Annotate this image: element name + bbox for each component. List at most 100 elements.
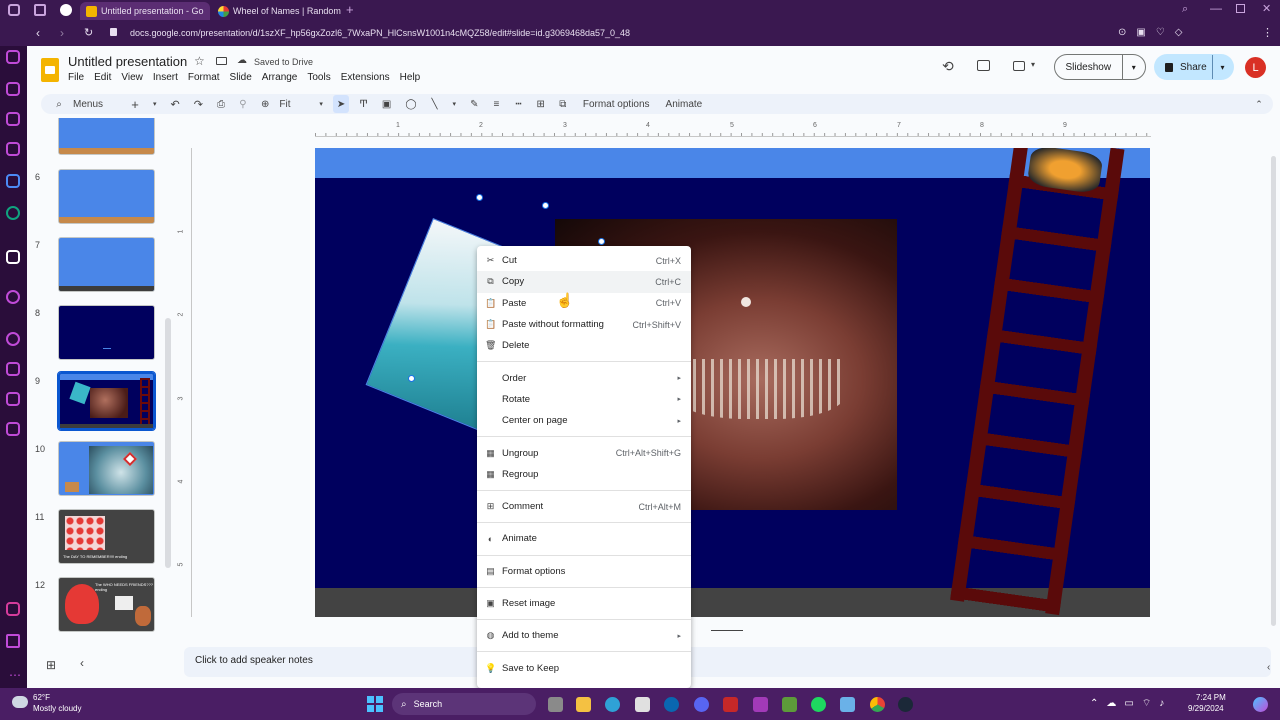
context-menu-add-to-theme[interactable]: ◍ Add to theme ▸ (477, 625, 691, 646)
context-menu-comment[interactable]: ⊞ Comment Ctrl+Alt+M (477, 496, 691, 517)
slide-thumbnail[interactable]: The WHO NEEDS FRIENDS??? ending (58, 577, 155, 632)
edge-icon[interactable] (605, 697, 620, 712)
context-menu-paste-without-formatting[interactable]: 📋 Paste without formatting Ctrl+Shift+V (477, 314, 691, 335)
collapse-toolbar-icon[interactable]: ⌃ (1251, 95, 1267, 113)
sidebar-app-icon[interactable] (6, 634, 20, 648)
sidebar-app-icon[interactable] (6, 142, 20, 156)
redo-icon[interactable]: ↷ (190, 95, 207, 113)
chrome-icon[interactable] (60, 4, 72, 16)
shape-icon[interactable]: ◯ (401, 95, 420, 113)
replace-image-icon[interactable]: ⧉ (555, 95, 571, 113)
sidebar-app-icon[interactable] (6, 392, 20, 406)
search-menus-icon[interactable]: ⌕ (51, 95, 67, 113)
menu-extensions[interactable]: Extensions (341, 72, 390, 83)
comments-icon[interactable] (977, 60, 990, 71)
sidebar-app-icon[interactable] (6, 290, 20, 304)
sidebar-app-icon[interactable] (6, 82, 20, 96)
context-menu-regroup[interactable]: ▦ Regroup (477, 464, 691, 485)
border-dash-icon[interactable]: ┅ (510, 95, 526, 113)
context-menu-cut[interactable]: ✂ Cut Ctrl+X (477, 250, 691, 271)
url-text[interactable]: docs.google.com/presentation/d/1szXF_hp5… (130, 28, 630, 38)
line-dropdown-icon[interactable]: ▾ (449, 95, 461, 113)
share-dropdown-icon[interactable]: ▾ (1212, 55, 1232, 79)
context-menu-format-options[interactable]: ▤ Format options (477, 561, 691, 582)
minimize-icon[interactable]: — (1210, 1, 1222, 15)
file-explorer-icon[interactable] (576, 697, 591, 712)
selection-handle[interactable] (408, 375, 415, 382)
sidebar-app-icon[interactable] (6, 206, 20, 220)
add-comment-icon[interactable]: ⊞ (532, 95, 548, 113)
sidebar-app-icon[interactable] (6, 50, 20, 64)
doc-title[interactable]: Untitled presentation (68, 54, 187, 69)
text-box-icon[interactable]: Ͳ (355, 95, 372, 113)
avatar[interactable]: L (1245, 57, 1266, 78)
filmstrip-scrollbar[interactable] (165, 318, 171, 568)
rotate-handle[interactable] (542, 202, 549, 209)
border-color-icon[interactable]: ✎ (466, 95, 482, 113)
sidebar-app-icon[interactable] (6, 250, 20, 264)
sidebar-app-icon[interactable] (6, 112, 20, 126)
context-menu-paste[interactable]: 📋 Paste Ctrl+V (477, 293, 691, 314)
star-icon[interactable]: ☆ (194, 54, 205, 68)
share-button[interactable]: Share ▾ (1154, 54, 1234, 80)
slide-canvas[interactable] (315, 148, 1150, 617)
menus-search[interactable]: Menus (73, 99, 103, 110)
selection-handle[interactable] (598, 238, 605, 245)
version-history-icon[interactable]: ⟲ (942, 58, 954, 75)
restore-icon[interactable] (1236, 4, 1245, 13)
slideshow-dropdown-icon[interactable]: ▾ (1121, 55, 1146, 79)
zoom-icon[interactable]: ⊕ (257, 95, 273, 113)
sidebar-app-icon[interactable] (6, 422, 20, 436)
taskbar-search[interactable]: ⌕ Search (392, 693, 536, 715)
sidebar-app-icon[interactable] (6, 602, 20, 616)
selection-handle[interactable] (476, 194, 483, 201)
sidebar-app-icon[interactable] (6, 174, 20, 188)
side-panel-toggle-icon[interactable]: ‹ (1267, 662, 1270, 673)
meet-icon[interactable] (1013, 61, 1025, 71)
context-menu-copy[interactable]: ⧉ Copy Ctrl+C (477, 271, 691, 293)
slides-logo-icon[interactable] (41, 58, 59, 82)
task-view-icon[interactable] (548, 697, 563, 712)
menu-edit[interactable]: Edit (94, 72, 111, 83)
store-icon[interactable] (635, 697, 650, 712)
reload-icon[interactable]: ↻ (84, 26, 93, 39)
steam-icon[interactable] (898, 697, 913, 712)
context-menu-order[interactable]: Order ▸ (477, 367, 691, 388)
context-menu-rotate[interactable]: Rotate ▸ (477, 389, 691, 410)
clock-time[interactable]: 7:24 PM (1196, 693, 1226, 702)
profile-menu-icon[interactable]: ⋮ (1262, 26, 1273, 39)
new-slide-dropdown-icon[interactable]: ▾ (149, 95, 161, 113)
minecraft-icon[interactable] (782, 697, 797, 712)
move-folder-icon[interactable] (216, 57, 227, 65)
menu-file[interactable]: File (68, 72, 84, 83)
tab-wheel-of-names[interactable]: Wheel of Names | Random ✕ (212, 2, 342, 20)
canvas-scrollbar[interactable] (1271, 156, 1276, 626)
new-tab-icon[interactable]: + (346, 2, 354, 17)
slide-thumbnail[interactable]: The DAY TO REMEMBER!!!! ending (58, 509, 155, 564)
print-icon[interactable]: ⎙ (213, 95, 229, 113)
weather-icon[interactable] (12, 696, 28, 708)
forward-icon[interactable]: › (60, 26, 64, 40)
app-icon[interactable] (753, 697, 768, 712)
clock-date[interactable]: 9/29/2024 (1188, 704, 1224, 713)
line-icon[interactable]: ╲ (427, 95, 443, 113)
close-window-icon[interactable]: ✕ (1262, 2, 1271, 15)
slide-thumbnail-selected[interactable] (57, 371, 156, 431)
context-menu-center-on-page[interactable]: Center on page ▸ (477, 410, 691, 431)
search-tabs-icon[interactable]: ⌕ (1182, 3, 1188, 16)
select-tool-icon[interactable]: ➤ (332, 95, 350, 113)
tab-presentation[interactable]: Untitled presentation - Go ✕ (80, 2, 210, 20)
paint-format-icon[interactable]: ⚲ (235, 95, 251, 113)
back-icon[interactable]: ‹ (36, 26, 40, 40)
spotify-icon[interactable] (811, 697, 826, 712)
image-icon[interactable]: ▣ (378, 95, 395, 113)
slide-thumbnail[interactable] (58, 305, 155, 360)
notes-resize-handle[interactable] (711, 630, 743, 631)
context-menu-reset-image[interactable]: ▣ Reset image (477, 593, 691, 614)
copilot-icon[interactable] (1253, 697, 1268, 712)
context-menu-animate[interactable]: ◐ Animate (477, 528, 691, 549)
border-weight-icon[interactable]: ≡ (488, 95, 504, 113)
slide-thumbnail[interactable] (58, 169, 155, 224)
grid-view-icon[interactable]: ⊞ (46, 658, 56, 672)
collapse-filmstrip-icon[interactable]: ‹ (80, 656, 84, 670)
